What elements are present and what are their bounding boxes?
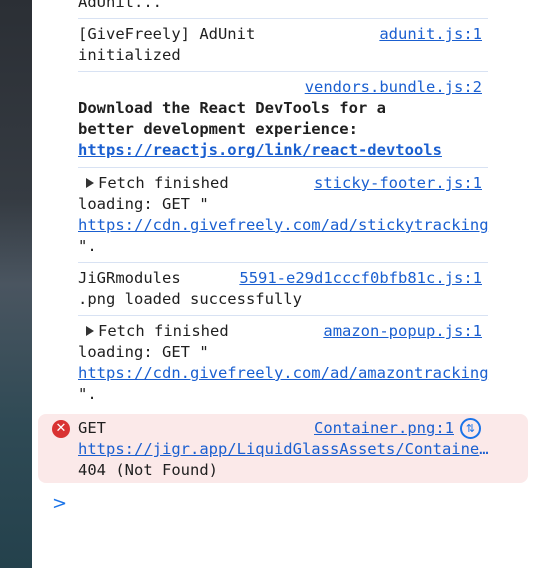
message-text: better development experience: — [78, 120, 358, 138]
console-message: AdUnit... — [78, 0, 492, 13]
expand-triangle-icon[interactable] — [86, 326, 94, 336]
console-message: vendors.bundle.js:2 Download the React D… — [78, 77, 492, 161]
error-message-content: Container.png:1 GET https://jigr.app/Liq… — [78, 418, 492, 481]
divider — [78, 262, 488, 263]
console-message: 5591-e29d1cccf0bfb81c.js:1 JiGRmodules .… — [78, 268, 492, 310]
message-text: initialized — [78, 46, 181, 64]
message-text: ". — [78, 237, 97, 255]
request-url-link[interactable]: https://cdn.givefreely.com/ad/stickytrac… — [78, 215, 492, 236]
message-text: Download the React DevTools for a — [78, 99, 386, 117]
divider — [78, 18, 488, 19]
devtools-link[interactable]: https://reactjs.org/link/react-devtools — [78, 140, 492, 161]
message-text: loading: GET " — [78, 343, 209, 361]
message-text: .png loaded successfully — [78, 290, 302, 308]
message-text: AdUnit... — [78, 0, 162, 11]
message-text: ". — [78, 385, 97, 403]
source-link[interactable]: 5591-e29d1cccf0bfb81c.js:1 — [239, 268, 482, 289]
error-url-link[interactable]: https://jigr.app/LiquidGlassAssets/Conta… — [78, 439, 492, 460]
source-link[interactable]: Container.png:1 — [314, 418, 454, 439]
source-link[interactable]: sticky-footer.js:1 — [314, 173, 482, 194]
error-status: 404 (Not Found) — [78, 461, 218, 479]
error-method: GET — [78, 419, 106, 437]
expand-triangle-icon[interactable] — [86, 178, 94, 188]
message-text: [GiveFreely] AdUnit — [78, 25, 256, 43]
error-x-icon: ✕ — [52, 420, 70, 438]
console-message: amazon-popup.js:1 Fetch finished loading… — [78, 321, 492, 405]
message-text: Fetch finished — [98, 322, 229, 340]
divider — [78, 167, 488, 168]
source-link[interactable]: amazon-popup.js:1 — [323, 321, 482, 342]
console-message: sticky-footer.js:1 Fetch finished loadin… — [78, 173, 492, 257]
message-text: JiGRmodules — [78, 269, 181, 287]
divider — [78, 315, 488, 316]
message-text: Fetch finished — [98, 174, 229, 192]
console-prompt[interactable]: > — [52, 493, 67, 514]
source-link[interactable]: adunit.js:1 — [379, 24, 482, 45]
divider — [78, 71, 488, 72]
source-link[interactable]: vendors.bundle.js:2 — [305, 78, 482, 96]
message-text: loading: GET " — [78, 195, 209, 213]
request-url-link[interactable]: https://cdn.givefreely.com/ad/amazontrac… — [78, 363, 492, 384]
console-message: adunit.js:1 [GiveFreely] AdUnit initiali… — [78, 24, 492, 66]
